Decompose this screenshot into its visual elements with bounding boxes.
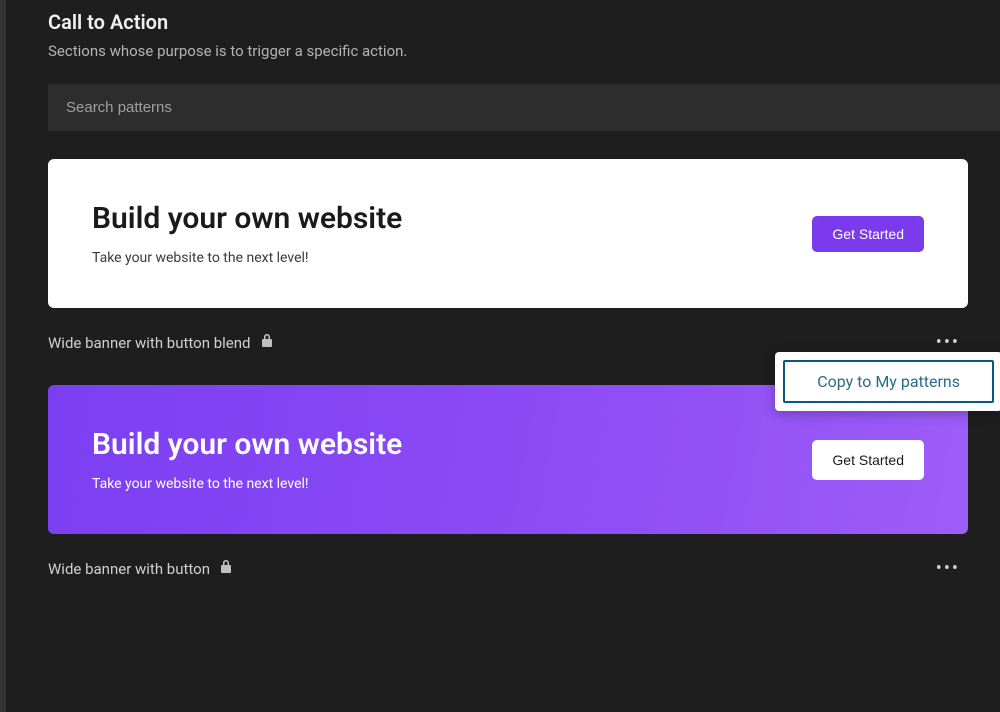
lock-icon [220, 560, 232, 578]
pattern-name-text: Wide banner with button [48, 560, 210, 578]
pattern-card-white[interactable]: Build your own website Take your website… [48, 159, 968, 308]
pattern-group: Copy to My patterns Build your own websi… [48, 385, 1000, 583]
get-started-button[interactable]: Get Started [812, 216, 924, 252]
page-subtitle: Sections whose purpose is to trigger a s… [48, 42, 1000, 60]
pattern-label-row: Wide banner with button ••• [48, 554, 968, 583]
pattern-name-text: Wide banner with button blend [48, 334, 251, 352]
context-menu: Copy to My patterns [775, 352, 1000, 411]
pattern-label: Wide banner with button [48, 560, 232, 578]
main-container: Call to Action Sections whose purpose is… [0, 0, 1000, 583]
card-title: Build your own website [92, 201, 812, 236]
pattern-text-block: Build your own website Take your website… [92, 201, 812, 266]
copy-to-my-patterns-button[interactable]: Copy to My patterns [783, 360, 994, 403]
pattern-group: Build your own website Take your website… [48, 159, 1000, 357]
left-edge-border [0, 0, 6, 712]
page-title: Call to Action [48, 10, 1000, 34]
lock-icon [261, 334, 273, 352]
search-input[interactable] [48, 84, 1000, 131]
card-subtitle: Take your website to the next level! [92, 476, 812, 492]
pattern-text-block: Build your own website Take your website… [92, 427, 812, 492]
get-started-button[interactable]: Get Started [812, 440, 924, 480]
more-options-button[interactable]: ••• [928, 554, 968, 583]
card-subtitle: Take your website to the next level! [92, 250, 812, 266]
pattern-card-wrapper: Copy to My patterns Build your own websi… [48, 385, 1000, 534]
card-title: Build your own website [92, 427, 812, 462]
pattern-label: Wide banner with button blend [48, 334, 273, 352]
